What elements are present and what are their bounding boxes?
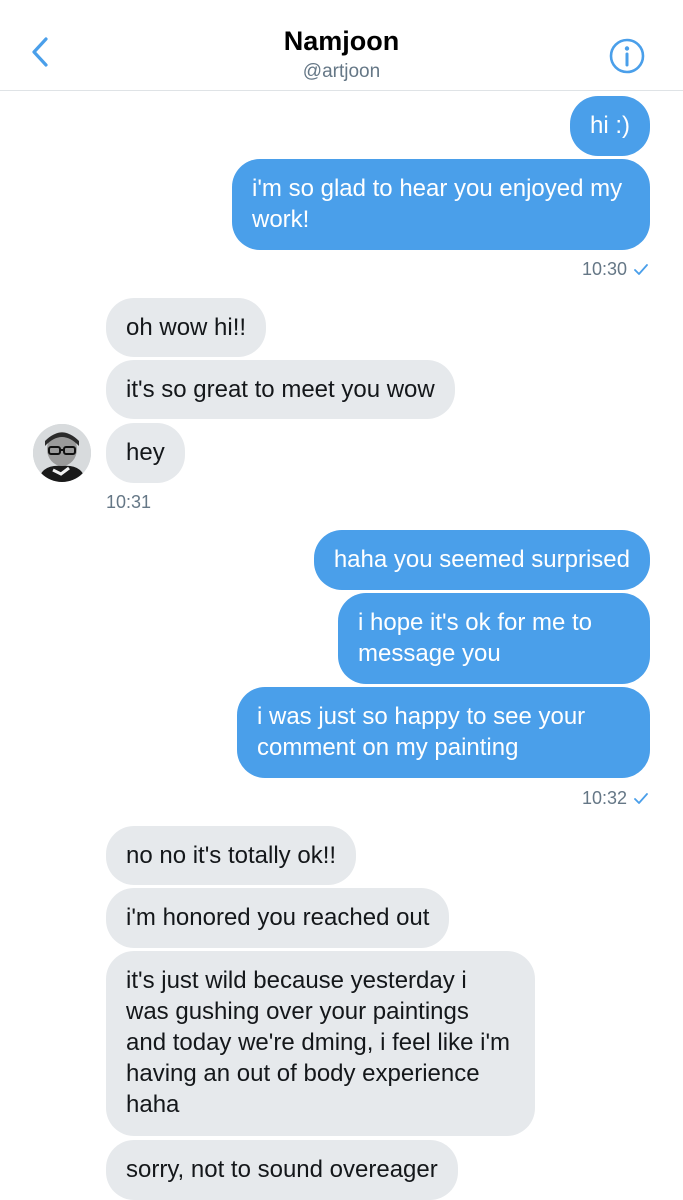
message-bubble-incoming[interactable]: it's just wild because yesterday i was g…: [106, 951, 535, 1136]
page-title[interactable]: Namjoon: [0, 26, 683, 57]
avatar[interactable]: [33, 424, 91, 482]
message-bubble-incoming[interactable]: sorry, not to sound overeager: [106, 1140, 458, 1200]
read-check-icon: [634, 792, 648, 804]
message-bubble-incoming[interactable]: it's so great to meet you wow: [106, 360, 455, 419]
info-circle-icon: [609, 38, 645, 74]
message-text: i'm honored you reached out: [126, 904, 430, 931]
message-text: no no it's totally ok!!: [126, 842, 337, 869]
message-bubble-incoming[interactable]: hey: [106, 423, 185, 483]
message-bubble-outgoing[interactable]: haha you seemed surprised: [313, 530, 650, 590]
message-bubble-incoming[interactable]: i'm honored you reached out: [106, 888, 450, 948]
message-text: i was just so happy to see your comment …: [257, 703, 586, 761]
message-text: haha you seemed surprised: [333, 546, 630, 573]
message-text: sorry, not to sound overeager: [126, 1156, 438, 1183]
message-bubble-outgoing[interactable]: hi :): [569, 96, 650, 156]
message-timestamp: 10:32: [582, 788, 649, 809]
message-bubble-outgoing[interactable]: i hope it's ok for me to message you: [338, 593, 650, 684]
message-bubble-incoming[interactable]: oh wow hi!!: [106, 298, 267, 357]
user-handle: @artjoon: [302, 61, 381, 82]
message-bubble-outgoing[interactable]: i'm so glad to hear you enjoyed my work!: [232, 159, 650, 250]
message-bubble-outgoing[interactable]: i was just so happy to see your comment …: [237, 687, 650, 778]
avatar-image: [33, 424, 91, 482]
message-text: i'm so glad to hear you enjoyed my work!: [252, 175, 623, 233]
conversation-header: Namjoon @artjoon: [0, 0, 683, 91]
timestamp-text: 10:30: [581, 259, 627, 279]
message-text: hi :): [589, 112, 630, 139]
message-text: i hope it's ok for me to message you: [358, 609, 593, 667]
read-check-icon: [634, 263, 648, 275]
message-bubble-incoming[interactable]: no no it's totally ok!!: [106, 826, 357, 885]
message-text: hey: [126, 439, 165, 466]
timestamp-text: 10:32: [581, 788, 627, 808]
message-text: it's just wild because yesterday i was g…: [126, 967, 511, 1118]
message-text: oh wow hi!!: [126, 314, 247, 341]
message-timestamp: 10:30: [582, 259, 649, 280]
timestamp-text: 10:31: [106, 492, 152, 512]
message-timestamp: 10:31: [106, 492, 151, 513]
message-text: it's so great to meet you wow: [126, 376, 435, 403]
info-button[interactable]: [607, 36, 647, 76]
